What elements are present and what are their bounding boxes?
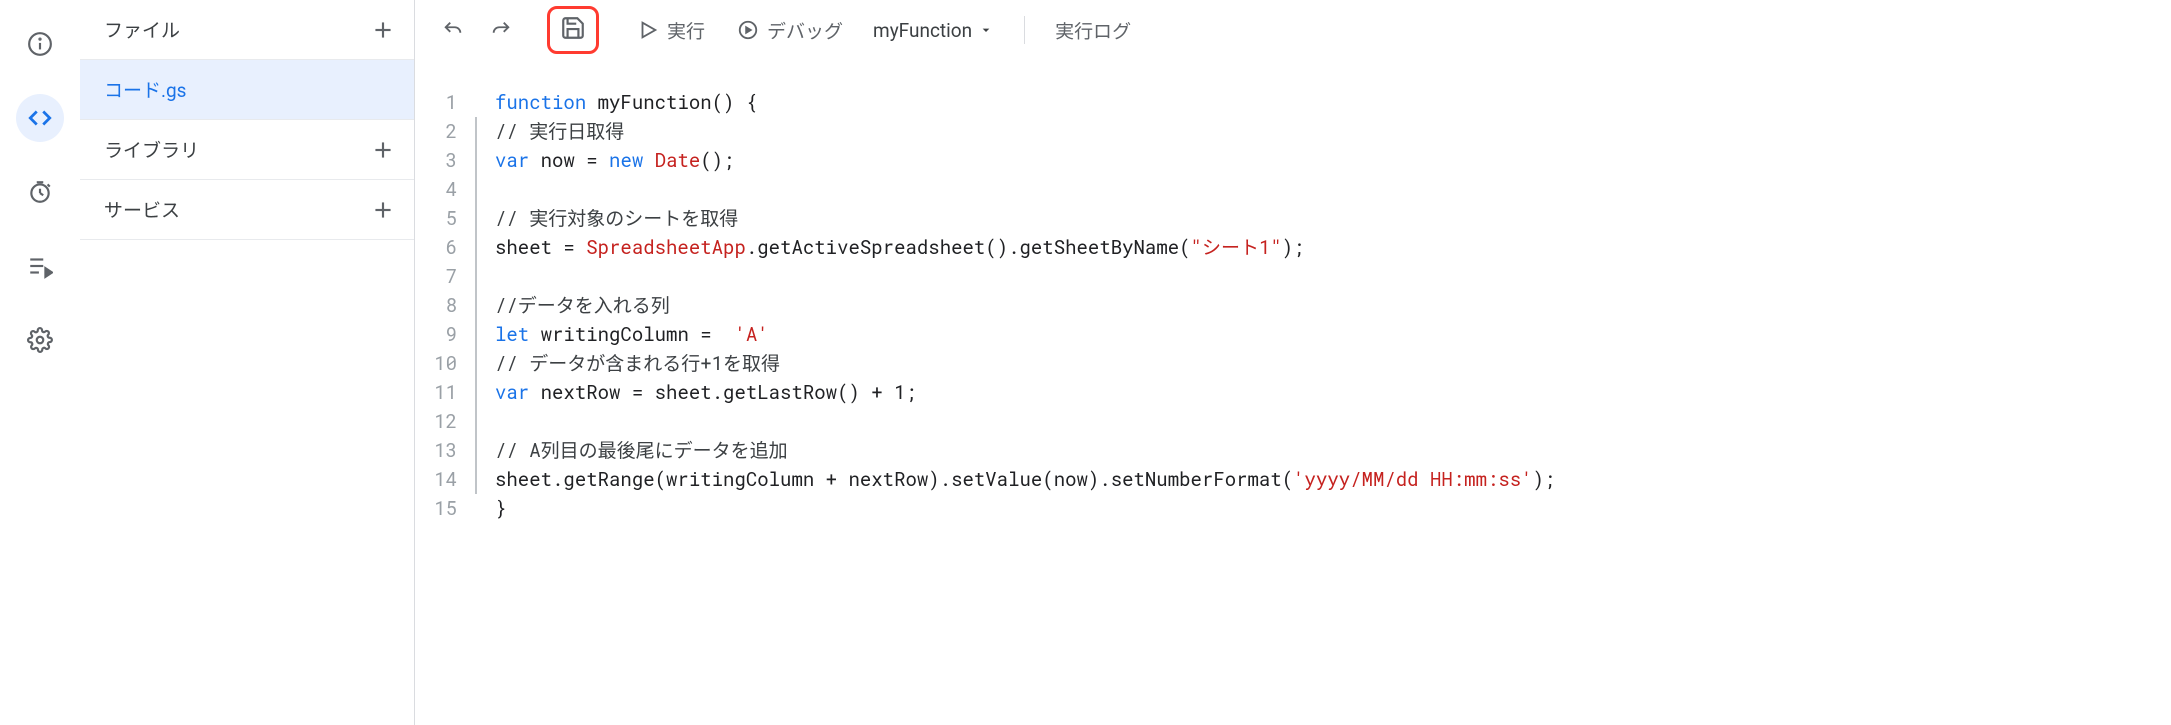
clock-icon[interactable] [16,168,64,216]
log-label: 実行ログ [1055,20,1131,43]
info-icon[interactable] [16,20,64,68]
function-name: myFunction [873,19,972,42]
line-number: 13 [415,436,475,465]
add-service-button[interactable] [370,197,396,223]
save-button[interactable] [547,6,599,54]
services-section[interactable]: サービス [80,180,414,240]
fold-guide [475,233,495,262]
editor-area: 実行 デバッグ myFunction 実行ログ 1 function myFunc… [415,0,2171,725]
files-section[interactable]: ファイル [80,0,414,60]
add-file-button[interactable] [370,17,396,43]
run-button[interactable]: 実行 [625,9,717,52]
code-editor[interactable]: 1 function myFunction() { 2 // 実行日取得 3 var no… [415,60,2171,725]
code-icon[interactable] [16,94,64,142]
line-number: 3 [415,146,475,175]
divider [1024,16,1025,44]
code-line[interactable]: 12 [415,407,2171,436]
fold-guide [475,175,495,204]
left-rail [0,0,80,725]
fold-guide [475,465,495,494]
line-number: 1 [415,88,475,117]
execution-log-button[interactable]: 実行ログ [1045,11,1141,50]
code-line[interactable]: 4 [415,175,2171,204]
line-number: 14 [415,465,475,494]
code-text: sheet.getRange(writingColumn + nextRow).… [495,465,2171,494]
fold-guide [475,436,495,465]
code-line[interactable]: 14 sheet.getRange(writingColumn + nextRow… [415,465,2171,494]
line-number: 2 [415,117,475,146]
code-line[interactable]: 5 // 実行対象のシートを取得 [415,204,2171,233]
fold-guide [475,117,495,146]
code-line[interactable]: 1 function myFunction() { [415,88,2171,117]
run-label: 実行 [667,17,705,44]
function-select[interactable]: myFunction [863,13,1004,48]
code-text: var now = new Date(); [495,146,2171,175]
code-line[interactable]: 13 // A列目の最後尾にデータを追加 [415,436,2171,465]
files-label: ファイル [104,16,180,43]
code-text: // A列目の最後尾にデータを追加 [495,436,2171,465]
line-number: 4 [415,175,475,204]
fold-guide [475,204,495,233]
line-number: 7 [415,262,475,291]
fold-guide [475,262,495,291]
fold-guide [475,320,495,349]
gear-icon[interactable] [16,316,64,364]
line-number: 8 [415,291,475,320]
code-text: sheet = SpreadsheetApp.getActiveSpreadsh… [495,233,2171,262]
code-text: let writingColumn = 'A' [495,320,2171,349]
code-text [495,262,2171,291]
libraries-label: ライブラリ [104,136,199,163]
code-text [495,407,2171,436]
redo-button[interactable] [481,10,521,50]
code-text: var nextRow = sheet.getLastRow() + 1; [495,378,2171,407]
code-line[interactable]: 7 [415,262,2171,291]
debug-button[interactable]: デバッグ [725,9,855,52]
file-panel: ファイル コード.gs ライブラリ サービス [80,0,415,725]
chevron-down-icon [978,22,994,38]
fold-guide [475,88,495,117]
code-text: } [495,494,2171,523]
code-line[interactable]: 8 //データを入れる列 [415,291,2171,320]
code-text: // 実行日取得 [495,117,2171,146]
debug-label: デバッグ [767,17,843,44]
line-number: 12 [415,407,475,436]
playlist-icon[interactable] [16,242,64,290]
line-number: 6 [415,233,475,262]
code-text: function myFunction() { [495,88,2171,117]
line-number: 10 [415,349,475,378]
line-number: 5 [415,204,475,233]
code-text: // 実行対象のシートを取得 [495,204,2171,233]
fold-guide [475,146,495,175]
line-number: 15 [415,494,475,523]
services-label: サービス [104,196,180,223]
fold-guide [475,407,495,436]
line-number: 9 [415,320,475,349]
code-line[interactable]: 10 // データが含まれる行+1を取得 [415,349,2171,378]
fold-guide [475,494,495,523]
fold-guide [475,378,495,407]
code-line[interactable]: 2 // 実行日取得 [415,117,2171,146]
toolbar: 実行 デバッグ myFunction 実行ログ [415,0,2171,60]
line-number: 11 [415,378,475,407]
add-library-button[interactable] [370,137,396,163]
file-item-code-gs[interactable]: コード.gs [80,60,414,120]
code-text: // データが含まれる行+1を取得 [495,349,2171,378]
code-line[interactable]: 9 let writingColumn = 'A' [415,320,2171,349]
fold-guide [475,349,495,378]
fold-guide [475,291,495,320]
code-text: //データを入れる列 [495,291,2171,320]
code-line[interactable]: 3 var now = new Date(); [415,146,2171,175]
code-line[interactable]: 6 sheet = SpreadsheetApp.getActiveSpreads… [415,233,2171,262]
libraries-section[interactable]: ライブラリ [80,120,414,180]
code-text [495,175,2171,204]
file-item-label: コード.gs [104,76,187,103]
code-line[interactable]: 15} [415,494,2171,523]
undo-button[interactable] [433,10,473,50]
code-line[interactable]: 11 var nextRow = sheet.getLastRow() + 1; [415,378,2171,407]
